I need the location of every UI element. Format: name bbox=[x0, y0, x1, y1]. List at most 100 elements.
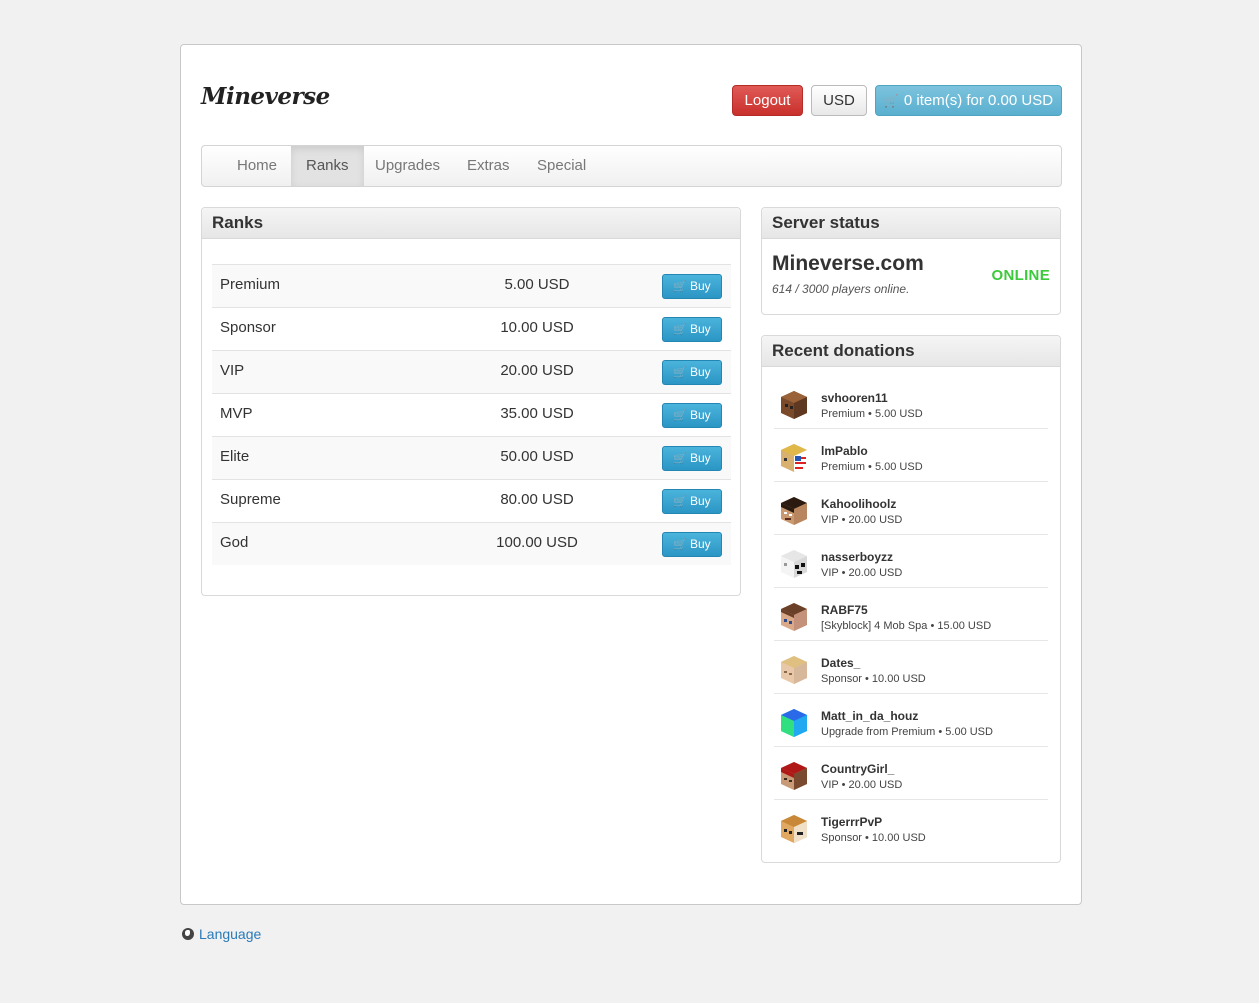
buy-button[interactable]: 🛒 Buy bbox=[662, 403, 722, 428]
donation-info: [Skyblock] 4 Mob Spa • 15.00 USD bbox=[821, 620, 992, 632]
cart-icon: 🛒 bbox=[673, 324, 687, 336]
cart-icon: 🛒 bbox=[883, 94, 899, 108]
rank-row: Elite 50.00 USD 🛒 Buy bbox=[212, 436, 731, 479]
donation-item: Dates_ Sponsor • 10.00 USD bbox=[774, 641, 1048, 694]
rank-price: 35.00 USD bbox=[500, 405, 574, 422]
buy-button[interactable]: 🛒 Buy bbox=[662, 317, 722, 342]
cart-icon: 🛒 bbox=[673, 367, 687, 379]
donation-item: svhooren11 Premium • 5.00 USD bbox=[774, 376, 1048, 429]
donation-item: lmPablo Premium • 5.00 USD bbox=[774, 429, 1048, 482]
rank-name: Supreme bbox=[220, 491, 281, 508]
avatar bbox=[781, 444, 807, 472]
rank-price: 20.00 USD bbox=[500, 362, 574, 379]
rank-name: Sponsor bbox=[220, 319, 276, 336]
status-badge: ONLINE bbox=[991, 267, 1050, 284]
rank-row: VIP 20.00 USD 🛒 Buy bbox=[212, 350, 731, 393]
nav-item-home[interactable]: Home bbox=[222, 146, 292, 186]
rank-row: God 100.00 USD 🛒 Buy bbox=[212, 522, 731, 565]
avatar bbox=[781, 550, 807, 578]
buy-label: Buy bbox=[690, 537, 711, 551]
donor-name: TigerrrPvP bbox=[821, 815, 883, 829]
cart-icon: 🛒 bbox=[673, 281, 687, 293]
ranks-panel-title: Ranks bbox=[202, 208, 740, 239]
cart-icon: 🛒 bbox=[673, 496, 687, 508]
avatar bbox=[781, 762, 807, 790]
buy-button[interactable]: 🛒 Buy bbox=[662, 489, 722, 514]
rank-price: 80.00 USD bbox=[500, 491, 574, 508]
nav-item-ranks[interactable]: Ranks bbox=[291, 146, 364, 186]
avatar bbox=[781, 815, 807, 843]
avatar bbox=[781, 497, 807, 525]
donation-item: Kahoolihoolz VIP • 20.00 USD bbox=[774, 482, 1048, 535]
rank-row: Supreme 80.00 USD 🛒 Buy bbox=[212, 479, 731, 522]
rank-price: 10.00 USD bbox=[500, 319, 574, 336]
buy-label: Buy bbox=[690, 408, 711, 422]
donation-info: VIP • 20.00 USD bbox=[821, 779, 903, 791]
donor-name: CountryGirl_ bbox=[821, 762, 895, 776]
recent-donations-panel: Recent donations svhooren11 Premium • 5.… bbox=[761, 335, 1061, 863]
rank-row: Premium 5.00 USD 🛒 Buy bbox=[212, 264, 731, 307]
buy-label: Buy bbox=[690, 494, 711, 508]
main-nav: Home Ranks Upgrades Extras Special bbox=[201, 145, 1062, 187]
donation-info: VIP • 20.00 USD bbox=[821, 567, 903, 579]
server-status-title: Server status bbox=[762, 208, 1060, 239]
rank-name: VIP bbox=[220, 362, 245, 379]
donor-name: svhooren11 bbox=[821, 391, 888, 405]
donation-info: Premium • 5.00 USD bbox=[821, 461, 923, 473]
avatar bbox=[781, 603, 807, 631]
rank-name: MVP bbox=[220, 405, 253, 422]
donor-name: nasserboyzz bbox=[821, 550, 894, 564]
donation-item: Matt_in_da_houz Upgrade from Premium • 5… bbox=[774, 694, 1048, 747]
cart-icon: 🛒 bbox=[673, 539, 687, 551]
buy-label: Buy bbox=[690, 322, 711, 336]
rank-name: God bbox=[220, 534, 249, 551]
donor-name: Matt_in_da_houz bbox=[821, 709, 919, 723]
buy-button[interactable]: 🛒 Buy bbox=[662, 446, 722, 471]
donation-item: RABF75 [Skyblock] 4 Mob Spa • 15.00 USD bbox=[774, 588, 1048, 641]
buy-label: Buy bbox=[690, 365, 711, 379]
ranks-table: Premium 5.00 USD 🛒 Buy Sponsor 10.00 USD … bbox=[212, 264, 731, 565]
globe-icon bbox=[182, 928, 194, 940]
rank-price: 5.00 USD bbox=[504, 276, 570, 293]
cart-label: 0 item(s) for 0.00 USD bbox=[903, 92, 1054, 109]
avatar bbox=[781, 391, 807, 419]
rank-price: 100.00 USD bbox=[496, 534, 578, 551]
donor-name: lmPablo bbox=[821, 444, 868, 458]
language-link[interactable]: Language bbox=[182, 926, 261, 942]
donor-name: RABF75 bbox=[821, 603, 868, 617]
server-status-panel: Server status Mineverse.com 614 / 3000 p… bbox=[761, 207, 1061, 315]
buy-label: Buy bbox=[690, 279, 711, 293]
cart-icon: 🛒 bbox=[673, 410, 687, 422]
language-label: Language bbox=[199, 926, 262, 942]
buy-label: Buy bbox=[690, 451, 711, 465]
donation-item: TigerrrPvP Sponsor • 10.00 USD bbox=[774, 800, 1048, 853]
logout-button[interactable]: Logout bbox=[732, 85, 803, 116]
main-container: Mineverse Logout USD 🛒 0 item(s) for 0.00… bbox=[180, 44, 1082, 905]
donor-name: Dates_ bbox=[821, 656, 861, 670]
rank-row: Sponsor 10.00 USD 🛒 Buy bbox=[212, 307, 731, 350]
donation-item: nasserboyzz VIP • 20.00 USD bbox=[774, 535, 1048, 588]
donation-info: Premium • 5.00 USD bbox=[821, 408, 923, 420]
recent-donations-title: Recent donations bbox=[762, 336, 1060, 367]
nav-item-extras[interactable]: Extras bbox=[452, 146, 525, 186]
nav-item-special[interactable]: Special bbox=[522, 146, 601, 186]
donation-info: Sponsor • 10.00 USD bbox=[821, 673, 926, 685]
rank-name: Premium bbox=[220, 276, 281, 293]
currency-button[interactable]: USD bbox=[811, 85, 867, 116]
buy-button[interactable]: 🛒 Buy bbox=[662, 360, 722, 385]
cart-button[interactable]: 🛒 0 item(s) for 0.00 USD bbox=[875, 85, 1062, 116]
server-name: Mineverse.com bbox=[772, 252, 924, 275]
donor-name: Kahoolihoolz bbox=[821, 497, 897, 511]
avatar bbox=[781, 656, 807, 684]
donation-info: Upgrade from Premium • 5.00 USD bbox=[821, 726, 993, 738]
rank-name: Elite bbox=[220, 448, 250, 465]
site-logo[interactable]: Mineverse bbox=[201, 83, 330, 110]
buy-button[interactable]: 🛒 Buy bbox=[662, 532, 722, 557]
rank-price: 50.00 USD bbox=[500, 448, 574, 465]
donation-info: VIP • 20.00 USD bbox=[821, 514, 903, 526]
donation-info: Sponsor • 10.00 USD bbox=[821, 832, 926, 844]
nav-item-upgrades[interactable]: Upgrades bbox=[360, 146, 455, 186]
buy-button[interactable]: 🛒 Buy bbox=[662, 274, 722, 299]
cart-icon: 🛒 bbox=[673, 453, 687, 465]
donation-item: CountryGirl_ VIP • 20.00 USD bbox=[774, 747, 1048, 800]
